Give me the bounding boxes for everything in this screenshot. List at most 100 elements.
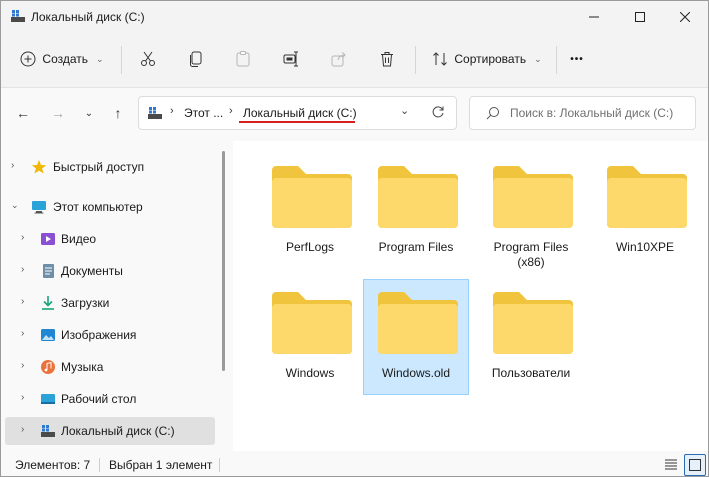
folder-name: Пользователи (491, 366, 571, 380)
grid-view-icon (689, 459, 701, 471)
share-icon (331, 52, 346, 67)
back-button[interactable]: ← (12, 102, 34, 124)
status-bar: Элементов: 7 Выбран 1 элемент (1, 453, 708, 476)
status-item-count: Элементов: 7 (15, 458, 91, 472)
nav-item-documents[interactable]: › Документы (5, 257, 215, 285)
chevron-right-icon[interactable]: › (21, 392, 24, 403)
music-icon (41, 360, 55, 374)
pictures-icon (41, 329, 55, 341)
status-selection: Выбран 1 элемент (109, 458, 213, 472)
chevron-down-icon[interactable]: ⌄ (11, 200, 19, 211)
desktop-icon (41, 394, 55, 404)
recent-locations-button[interactable]: ⌄ (78, 102, 100, 124)
folder-icon (272, 292, 352, 354)
nav-label: Локальный диск (C:) (61, 424, 175, 438)
folder-tile[interactable]: Program Files (x86) (478, 153, 584, 269)
nav-quick-access[interactable]: › Быстрый доступ (5, 153, 215, 181)
nav-item-downloads[interactable]: › Загрузки (5, 289, 215, 317)
copy-button[interactable] (181, 43, 211, 75)
more-options-button[interactable]: ••• (561, 43, 593, 75)
minimize-button[interactable] (571, 1, 617, 33)
folder-name: PerfLogs (285, 240, 335, 254)
refresh-icon[interactable] (431, 105, 445, 119)
nav-label: Видео (61, 232, 97, 246)
chevron-right-icon[interactable]: › (21, 424, 24, 435)
folder-tile[interactable]: Windows (257, 279, 363, 395)
address-bar[interactable]: › Этот ... › Локальный диск (C:) ⌄ (138, 96, 457, 130)
title-bar: Локальный диск (C:) (1, 1, 708, 33)
paste-button[interactable] (228, 43, 258, 75)
annotation-underline (239, 121, 355, 123)
toolbar-divider (556, 46, 557, 74)
breadcrumb-this-pc[interactable]: Этот ... (184, 106, 223, 120)
sort-button-label: Сортировать (454, 52, 527, 66)
nav-item-local-disk[interactable]: › Локальный диск (C:) (5, 417, 215, 445)
nav-item-music[interactable]: › Музыка (5, 353, 215, 381)
nav-scrollbar[interactable] (222, 151, 225, 371)
minimize-icon (589, 16, 599, 18)
chevron-right-icon[interactable]: › (21, 264, 24, 275)
toolbar-divider (121, 46, 122, 74)
folder-icon (493, 166, 573, 228)
folder-tile[interactable]: Win10XPE (592, 153, 698, 269)
rename-icon (283, 51, 298, 67)
large-icons-view-button[interactable] (684, 454, 706, 476)
sort-button[interactable]: Сортировать ⌄ (425, 43, 549, 75)
chevron-right-icon[interactable]: › (21, 328, 24, 339)
arrow-up-icon: ↑ (114, 105, 122, 121)
nav-item-desktop[interactable]: › Рабочий стол (5, 385, 215, 413)
breadcrumb-chevron-icon: › (170, 105, 174, 117)
chevron-down-icon: ⌄ (84, 107, 94, 119)
new-button[interactable]: Создать ⌄ (15, 43, 109, 75)
explorer-window: Локальный диск (C:) Создать ⌄ Сортироват… (0, 0, 709, 477)
chevron-down-icon: ⌄ (96, 53, 104, 64)
folder-tile[interactable]: PerfLogs (257, 153, 363, 269)
scissors-icon (141, 51, 155, 66)
maximize-icon (635, 12, 645, 22)
chevron-down-icon: ⌄ (534, 53, 542, 64)
chevron-right-icon[interactable]: › (21, 296, 24, 307)
forward-button[interactable]: → (47, 102, 69, 124)
nav-label: Изображения (61, 328, 137, 342)
file-view: PerfLogs Program Files Program Files (x86)… (233, 141, 708, 451)
folder-icon (607, 166, 687, 228)
sort-icon (433, 52, 448, 66)
details-view-button[interactable] (661, 454, 681, 474)
nav-label: Этот компьютер (53, 200, 143, 214)
folder-tile[interactable]: Windows.old (363, 279, 469, 395)
close-button[interactable] (662, 1, 708, 33)
folder-tile[interactable]: Program Files (363, 153, 469, 269)
nav-this-pc[interactable]: ⌄ Этот компьютер (5, 193, 215, 221)
status-divider (99, 458, 100, 472)
computer-icon (32, 201, 46, 214)
chevron-down-icon[interactable]: ⌄ (400, 104, 409, 117)
chevron-right-icon[interactable]: › (21, 360, 24, 371)
search-input[interactable]: Поиск в: Локальный диск (C:) (469, 96, 696, 130)
cut-button[interactable] (133, 43, 163, 75)
share-button[interactable] (324, 43, 354, 75)
new-button-label: Создать (42, 52, 89, 66)
nav-item-video[interactable]: › Видео (5, 225, 215, 253)
video-icon (41, 233, 55, 245)
breadcrumb-local-disk[interactable]: Локальный диск (C:) (243, 106, 357, 120)
breadcrumb-chevron-icon: › (229, 105, 233, 117)
folder-tile[interactable]: Пользователи (478, 279, 584, 395)
folder-name: Windows.old (381, 366, 451, 380)
computer-icon (148, 107, 162, 119)
navigation-pane: › Быстрый доступ ⌄ Этот компьютер › Виде… (1, 141, 231, 451)
delete-button[interactable] (372, 43, 402, 75)
arrow-right-icon: → (51, 105, 65, 121)
chevron-right-icon[interactable]: › (11, 160, 14, 171)
status-divider (219, 458, 220, 472)
command-bar: Создать ⌄ Сортировать ⌄ ••• (1, 33, 708, 88)
folder-name: Program Files (378, 240, 454, 254)
up-button[interactable]: ↑ (107, 102, 129, 124)
maximize-button[interactable] (617, 1, 663, 33)
chevron-right-icon[interactable]: › (21, 232, 24, 243)
nav-label: Загрузки (61, 296, 110, 310)
address-row: ← → ⌄ ↑ › Этот ... › Локальный диск (C:)… (1, 88, 708, 140)
nav-item-pictures[interactable]: › Изображения (5, 321, 215, 349)
rename-button[interactable] (276, 43, 306, 75)
paste-icon (236, 51, 250, 67)
arrow-left-icon: ← (16, 105, 30, 121)
